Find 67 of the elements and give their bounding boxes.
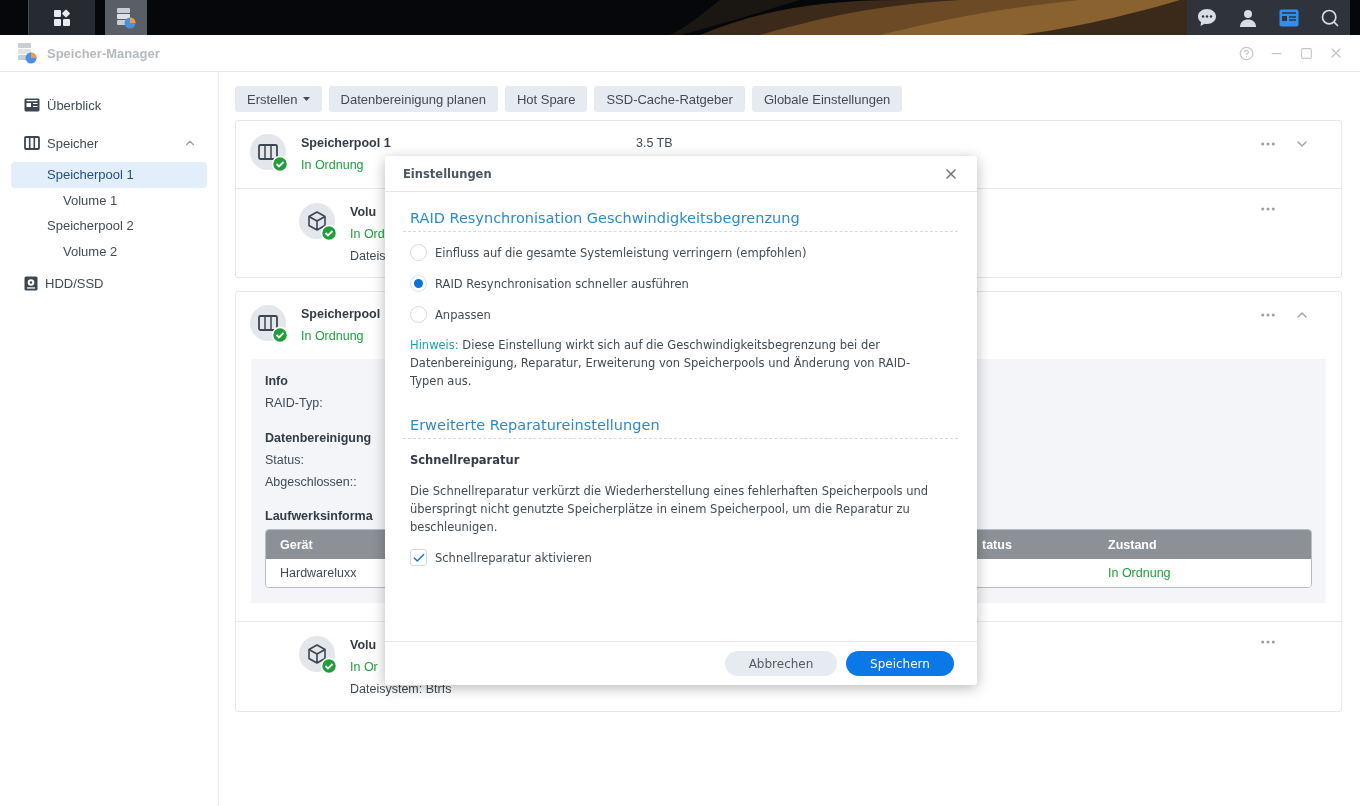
radio-label[interactable]: RAID Resynchronisation schneller ausführen	[435, 276, 689, 291]
pool-status: In Ordnung	[301, 328, 364, 345]
radio-label[interactable]: Einfluss auf die gesamte Systemleistung verringern (empfohlen)	[435, 245, 807, 260]
toolbar-button[interactable]: SSD-Cache-Ratgeber	[594, 86, 745, 112]
storage-pool-icon	[250, 305, 288, 343]
volume-filesystem: Dateis	[350, 248, 386, 265]
storage-app-icon	[116, 6, 136, 29]
sidebar-item[interactable]: Speicherpool 1	[11, 162, 207, 188]
volume-name: Volu	[350, 204, 377, 221]
toolbar-button[interactable]: Erstellen	[235, 86, 322, 112]
pool-name: Speicherpool	[301, 306, 381, 323]
storage-app-icon	[17, 42, 37, 64]
taskbar-button[interactable]	[28, 0, 95, 35]
section-title: Info	[265, 373, 288, 390]
caret-icon	[302, 97, 310, 101]
sidebar-item[interactable]: Volume 2	[11, 238, 207, 264]
maximize-icon[interactable]	[1298, 45, 1314, 61]
volume-status: In Ord	[350, 226, 385, 243]
volume-name: Volu	[350, 637, 377, 654]
help-icon[interactable]	[1238, 45, 1254, 61]
search-icon	[1319, 7, 1340, 28]
grid-icon	[53, 8, 71, 27]
column-header: Zustand	[1108, 537, 1157, 552]
storage-pool-icon	[250, 134, 288, 172]
cube-icon	[299, 203, 337, 241]
pool-name: Speicherpool 1	[301, 135, 391, 152]
column-header: tatus	[982, 537, 1012, 552]
section-title: Datenbereinigung	[265, 430, 372, 447]
toolbar-button[interactable]: Globale Einstellungen	[751, 86, 903, 112]
radio-button[interactable]	[410, 306, 427, 323]
section-title: Laufwerksinforma	[265, 508, 373, 525]
cancel-button[interactable]: Abbrechen	[725, 651, 837, 676]
description-text: Die Schnellreparatur verkürzt die Wiederherstellung eines fehlerhaften Speicherpools und überspringt nicht genutzte Speicherplätze in einem Speicherpool, um die Reparatur zu beschleunigen.	[410, 483, 930, 536]
chat-icon	[1197, 8, 1218, 27]
window-title: Speicher-Manager	[47, 45, 160, 61]
table-cell: Hardwareluxx	[280, 566, 357, 580]
section-heading: Erweiterte Reparatureinstellungen	[403, 415, 958, 439]
section-heading: RAID Resynchronisation Geschwindigkeitsbegrenzung	[403, 208, 958, 232]
field-label: RAID-Typ:	[265, 395, 323, 412]
checkbox[interactable]	[410, 549, 427, 566]
checkbox-label[interactable]: Schnellreparatur aktivieren	[435, 550, 592, 565]
sidebar-item[interactable]: Speicherpool 2	[11, 213, 207, 239]
toolbar-button[interactable]: Datenbereinigung planen	[328, 86, 498, 112]
pool-size: 3.5 TB	[636, 135, 673, 152]
overview-icon	[24, 98, 40, 112]
sidebar-item[interactable]: Überblick	[11, 86, 207, 124]
subheading: Schnellreparatur	[410, 452, 520, 469]
radio-label[interactable]: Anpassen	[435, 307, 491, 322]
save-button[interactable]: Speichern	[846, 651, 954, 676]
widget-icon	[1278, 8, 1299, 27]
radio-button[interactable]	[410, 244, 427, 261]
columns-icon	[24, 136, 40, 150]
volume-status: In Or	[350, 659, 378, 676]
radio-button[interactable]	[410, 275, 427, 292]
sidebar-item[interactable]: HDD/SSD	[11, 264, 207, 302]
field-label: Abgeschlossen::	[265, 474, 357, 491]
user-icon	[1240, 8, 1257, 27]
field-label: Status:	[265, 452, 304, 469]
cube-icon	[299, 636, 337, 674]
toolbar-button[interactable]: Hot Spare	[504, 86, 588, 112]
sidebar-item[interactable]: Volume 1	[11, 187, 207, 213]
column-header: Gerät	[280, 537, 313, 552]
note-text: Hinweis: Diese Einstellung wirkt sich auf die Geschwindigkeitsbegrenzung bei der Datenbereinigung, Reparatur, Erweiterung von Speicherpools und Änderung von RAID-Typen aus.	[410, 337, 912, 390]
dialog-title: Einstellungen	[403, 166, 492, 181]
sidebar-item[interactable]: Speicher	[11, 124, 207, 162]
table-cell: In Ordnung	[1108, 566, 1171, 580]
pool-status: In Ordnung	[301, 157, 364, 174]
